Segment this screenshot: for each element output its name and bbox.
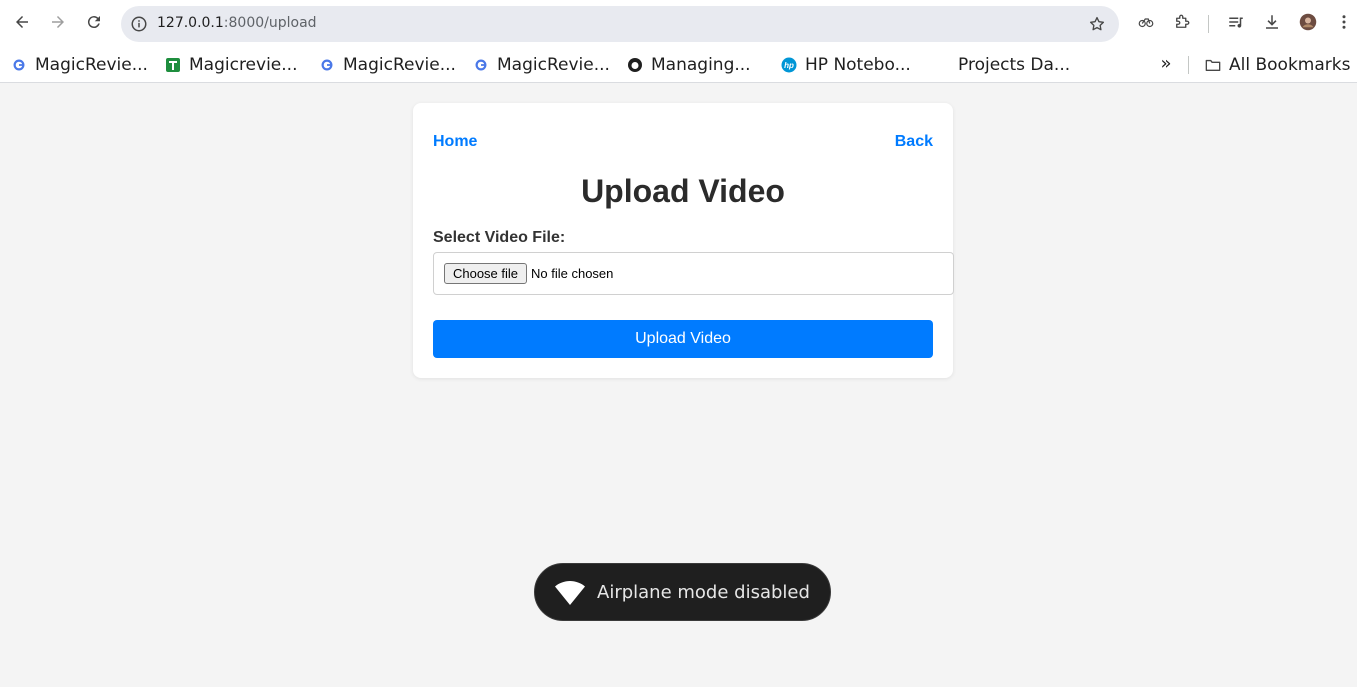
site-info-icon[interactable] (128, 13, 150, 35)
bookmark-star-icon[interactable] (1087, 14, 1107, 34)
folder-icon (1205, 57, 1221, 73)
bookmark-label: HP Notebo... (805, 55, 911, 75)
toast-message: Airplane mode disabled (597, 582, 810, 603)
bookmark-item[interactable]: MagicRevie... (11, 51, 148, 79)
all-bookmarks-button[interactable]: All Bookmarks (1205, 51, 1350, 79)
url-path: :8000/upload (223, 15, 317, 31)
g-icon (11, 57, 27, 73)
all-bookmarks-label: All Bookmarks (1229, 55, 1351, 75)
svg-text:hp: hp (784, 61, 794, 70)
performance-icon[interactable] (1132, 8, 1160, 36)
url-host: 127.0.0.1 (157, 15, 224, 31)
bookmark-label: MagicRevie... (343, 55, 456, 75)
g-icon (473, 57, 489, 73)
hp-icon: hp (781, 57, 797, 73)
menu-kebab-icon[interactable] (1330, 8, 1357, 36)
sheets-icon (165, 57, 181, 73)
reload-icon[interactable] (80, 8, 108, 36)
profile-avatar[interactable] (1294, 8, 1322, 36)
upload-video-button[interactable]: Upload Video (433, 320, 933, 358)
bookmark-item[interactable]: MagicRevie... (473, 51, 610, 79)
bookmark-label: Projects Da... (958, 55, 1071, 75)
g-icon (319, 57, 335, 73)
bookmark-item[interactable]: Managing... (627, 51, 751, 79)
file-status-text: No file chosen (531, 266, 614, 281)
bookmarks-overflow-button[interactable]: » (1156, 49, 1176, 77)
bookmarks-separator (1188, 56, 1189, 74)
video-file-label: Select Video File: (433, 229, 566, 246)
reading-list-icon[interactable] (1222, 8, 1250, 36)
airplane-mode-toast: Airplane mode disabled (534, 563, 831, 621)
video-file-input[interactable]: Choose file No file chosen (433, 252, 954, 295)
bookmark-label: Managing... (651, 55, 751, 75)
bookmarks-bar: MagicRevie... Magicrevie... MagicRevie..… (0, 47, 1357, 83)
bookmark-label: Magicrevie... (189, 55, 298, 75)
url-text[interactable]: 127.0.0.1:8000/upload (157, 15, 317, 31)
home-link[interactable]: Home (433, 133, 477, 151)
bookmark-item[interactable]: MagicRevie... (319, 51, 456, 79)
forward-arrow-icon[interactable] (44, 8, 72, 36)
choose-file-button[interactable]: Choose file (444, 263, 527, 284)
bookmark-label: MagicRevie... (35, 55, 148, 75)
toolbar-separator (1208, 15, 1209, 33)
wifi-icon (555, 581, 585, 605)
bookmark-label: MagicRevie... (497, 55, 610, 75)
github-icon (627, 57, 643, 73)
address-bar[interactable]: 127.0.0.1:8000/upload (121, 6, 1119, 42)
extensions-icon[interactable] (1168, 8, 1196, 36)
download-icon[interactable] (1258, 8, 1286, 36)
back-arrow-icon[interactable] (8, 8, 36, 36)
browser-toolbar: 127.0.0.1:8000/upload (0, 0, 1357, 47)
back-link[interactable]: Back (895, 133, 933, 151)
bookmark-item[interactable]: Magicrevie... (165, 51, 297, 79)
page-title: Upload Video (581, 173, 785, 209)
upload-card: Home Back Upload Video Select Video File… (413, 103, 954, 378)
bookmark-item[interactable]: Projects Da... (958, 51, 1070, 79)
bookmark-item[interactable]: hp HP Notebo... (781, 51, 911, 79)
